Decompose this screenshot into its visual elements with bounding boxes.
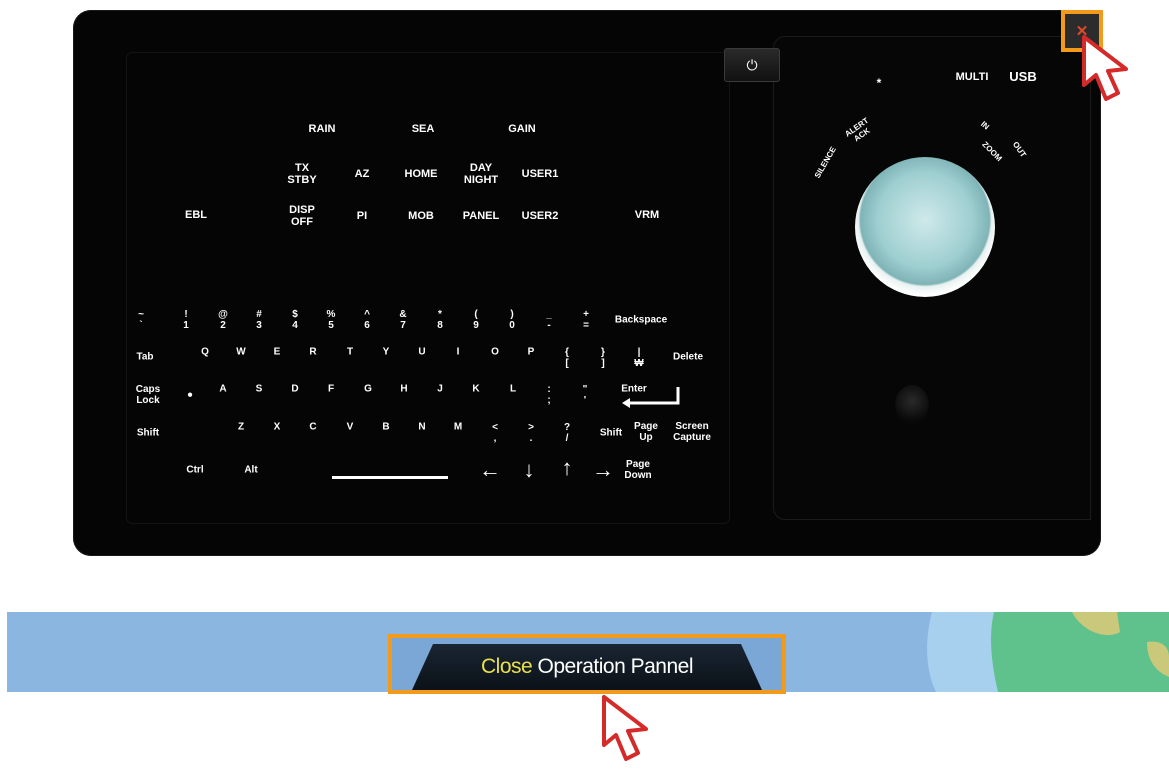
- key-slash[interactable]: ? /: [564, 422, 570, 444]
- key-i[interactable]: I: [457, 347, 460, 358]
- key-e[interactable]: E: [274, 347, 281, 358]
- key-arrow-down[interactable]: ↓: [524, 459, 535, 481]
- mouse-pointer-icon: [1082, 35, 1128, 101]
- key-7[interactable]: & 7: [399, 309, 406, 331]
- key-l[interactable]: L: [510, 384, 516, 395]
- key-f[interactable]: F: [328, 384, 334, 395]
- caps-indicator: ●: [186, 389, 194, 401]
- key-8[interactable]: * 8: [437, 309, 443, 331]
- key-arrow-right[interactable]: →: [592, 459, 614, 481]
- button-face: Close Operation Pannel: [412, 644, 762, 690]
- power-icon: ⏻: [746, 56, 758, 73]
- vrm-key[interactable]: VRM: [635, 209, 659, 221]
- user2-key[interactable]: USER2: [522, 210, 559, 222]
- key-arrow-up[interactable]: ↑: [562, 457, 573, 479]
- mouse-pointer-icon: [602, 695, 648, 761]
- rotary-knob[interactable]: [895, 385, 929, 425]
- key-delete[interactable]: Delete: [673, 352, 703, 363]
- trackball[interactable]: [855, 157, 995, 297]
- key-g[interactable]: G: [364, 384, 372, 395]
- key-4[interactable]: $ 4: [292, 309, 298, 331]
- key-quote[interactable]: " ': [583, 384, 588, 406]
- usb-label: USB: [1009, 69, 1037, 84]
- tx-stby-key[interactable]: TX STBY: [287, 162, 316, 186]
- key-a[interactable]: A: [219, 384, 226, 395]
- key-0[interactable]: ) 0: [509, 309, 515, 331]
- day-night-key[interactable]: DAY NIGHT: [464, 162, 498, 186]
- key-ctrl[interactable]: Ctrl: [186, 465, 203, 476]
- key-2[interactable]: @ 2: [218, 309, 228, 331]
- key-right-brace[interactable]: } ]: [601, 347, 605, 369]
- key-equals[interactable]: + =: [583, 309, 589, 331]
- key-d[interactable]: D: [291, 384, 298, 395]
- key-screen-capture[interactable]: Screen Capture: [673, 421, 711, 443]
- key-1[interactable]: ! 1: [183, 309, 189, 331]
- map-chart-icon: [927, 612, 1169, 692]
- home-key[interactable]: HOME: [405, 168, 438, 180]
- key-6[interactable]: ^ 6: [364, 309, 370, 331]
- key-s[interactable]: S: [256, 384, 263, 395]
- close-operation-panel-button[interactable]: Close Operation Pannel: [388, 634, 786, 694]
- key-5[interactable]: % 5: [327, 309, 336, 331]
- key-minus[interactable]: _ -: [546, 309, 552, 331]
- key-k[interactable]: K: [472, 384, 479, 395]
- key-page-down[interactable]: Page Down: [624, 459, 651, 481]
- key-arrow-left[interactable]: ←: [479, 459, 501, 481]
- key-y[interactable]: Y: [383, 347, 390, 358]
- user1-key[interactable]: USER1: [522, 168, 559, 180]
- key-w[interactable]: W: [236, 347, 245, 358]
- key-alt[interactable]: Alt: [244, 465, 257, 476]
- button-label-operation-pannel: Operation Pannel: [537, 655, 694, 678]
- button-label-close: Close: [481, 655, 533, 678]
- key-j[interactable]: J: [437, 384, 443, 395]
- key-u[interactable]: U: [418, 347, 425, 358]
- key-3[interactable]: # 3: [256, 309, 262, 331]
- key-space[interactable]: [332, 476, 448, 479]
- key-tilde[interactable]: ~ `: [138, 309, 144, 331]
- disp-off-key[interactable]: DISP OFF: [289, 204, 315, 228]
- key-o[interactable]: O: [491, 347, 499, 358]
- power-button[interactable]: ⏻: [724, 48, 780, 82]
- key-caps-lock[interactable]: Caps Lock: [136, 384, 160, 406]
- sea-label[interactable]: SEA: [412, 123, 435, 135]
- key-semicolon[interactable]: : ;: [547, 384, 550, 406]
- key-period[interactable]: > .: [528, 422, 534, 444]
- brilliance-asterisk[interactable]: *: [877, 77, 882, 89]
- key-left-brace[interactable]: { [: [565, 347, 569, 369]
- key-h[interactable]: H: [400, 384, 407, 395]
- ebl-key[interactable]: EBL: [185, 209, 207, 221]
- az-key[interactable]: AZ: [355, 168, 370, 180]
- key-9[interactable]: ( 9: [473, 309, 479, 331]
- key-r[interactable]: R: [309, 347, 316, 358]
- key-n[interactable]: N: [418, 422, 425, 433]
- key-v[interactable]: V: [347, 422, 354, 433]
- key-comma[interactable]: < ,: [492, 422, 498, 444]
- key-shift-right[interactable]: Shift: [600, 428, 622, 439]
- rain-label[interactable]: RAIN: [309, 123, 336, 135]
- key-b[interactable]: B: [382, 422, 389, 433]
- multi-label[interactable]: MULTI: [956, 71, 989, 83]
- key-t[interactable]: T: [347, 347, 353, 358]
- key-m[interactable]: M: [454, 422, 462, 433]
- key-q[interactable]: Q: [201, 347, 209, 358]
- key-p[interactable]: P: [528, 347, 535, 358]
- key-tab[interactable]: Tab: [136, 352, 153, 363]
- key-c[interactable]: C: [309, 422, 316, 433]
- key-page-up[interactable]: Page Up: [634, 421, 658, 443]
- panel-key[interactable]: PANEL: [463, 210, 499, 222]
- key-z[interactable]: Z: [238, 422, 244, 433]
- gain-label[interactable]: GAIN: [508, 123, 536, 135]
- key-pipe[interactable]: | ₩: [634, 347, 643, 369]
- enter-arrow-icon: [622, 387, 680, 408]
- key-shift-left[interactable]: Shift: [137, 428, 159, 439]
- button-label: Close Operation Pannel: [412, 644, 762, 690]
- key-x[interactable]: X: [274, 422, 281, 433]
- pi-key[interactable]: PI: [357, 210, 367, 222]
- key-backspace[interactable]: Backspace: [615, 315, 667, 326]
- mob-key[interactable]: MOB: [408, 210, 434, 222]
